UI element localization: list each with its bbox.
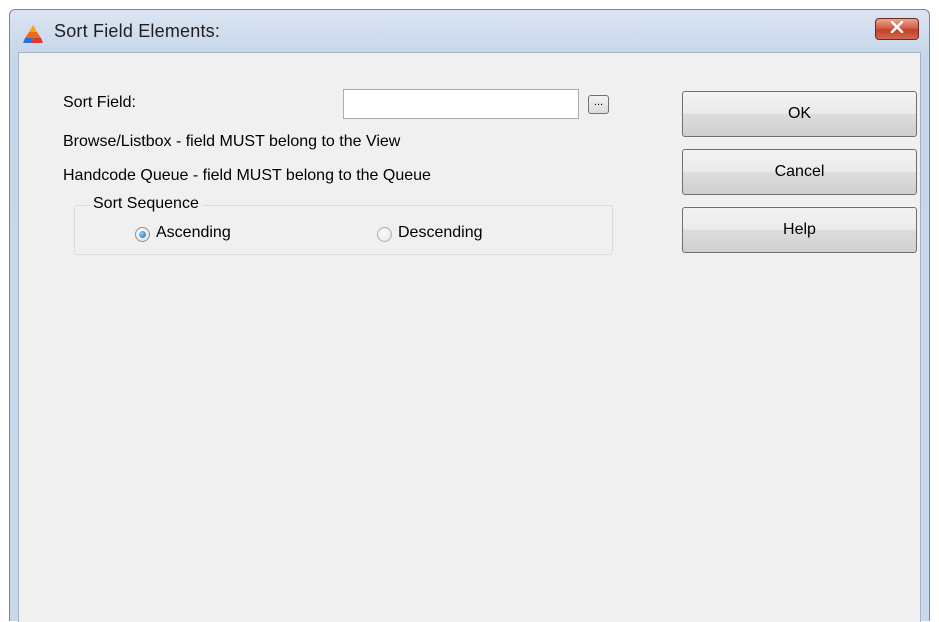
window-title: Sort Field Elements: (54, 21, 221, 41)
dialog-window: Sort Field Elements: Sort Field: ... Bro… (9, 9, 930, 622)
title-bar[interactable]: Sort Field Elements: (10, 10, 929, 52)
sort-field-lookup-button[interactable]: ... (588, 95, 609, 114)
app-pyramid-icon (22, 24, 44, 44)
sort-sequence-group: Sort Sequence Ascending Descending (74, 195, 613, 255)
close-icon (890, 20, 904, 38)
sort-field-input[interactable] (343, 89, 579, 119)
handcode-queue-note: Handcode Queue - field MUST belong to th… (63, 167, 431, 184)
descending-radio-option[interactable]: Descending (377, 224, 537, 246)
browse-listbox-note: Browse/Listbox - field MUST belong to th… (63, 133, 401, 150)
descending-label: Descending (398, 224, 483, 241)
sort-field-label: Sort Field: (63, 94, 136, 111)
radio-unchecked-icon[interactable] (377, 227, 392, 242)
help-button[interactable]: Help (682, 207, 917, 253)
cancel-button[interactable]: Cancel (682, 149, 917, 195)
ascending-label: Ascending (156, 224, 231, 241)
ascending-radio-option[interactable]: Ascending (135, 224, 275, 246)
dialog-client-area: Sort Field: ... Browse/Listbox - field M… (18, 52, 921, 622)
sort-sequence-legend: Sort Sequence (90, 195, 202, 213)
ok-button[interactable]: OK (682, 91, 917, 137)
radio-checked-icon[interactable] (135, 227, 150, 242)
close-button[interactable] (875, 18, 919, 40)
